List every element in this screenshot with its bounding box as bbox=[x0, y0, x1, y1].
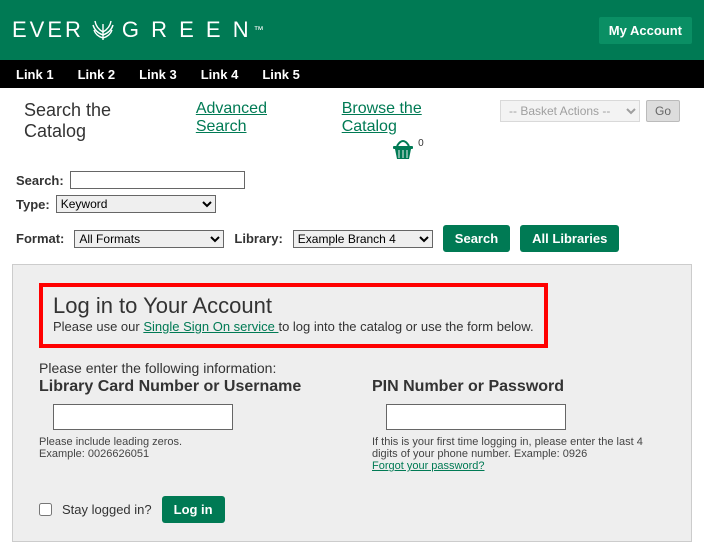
search-input[interactable] bbox=[70, 171, 245, 189]
login-sub-post: to log into the catalog or use the form … bbox=[278, 319, 533, 334]
nav-link-2[interactable]: Link 2 bbox=[78, 67, 116, 82]
all-libraries-button[interactable]: All Libraries bbox=[520, 225, 619, 252]
basket-count: 0 bbox=[418, 138, 424, 149]
username-label: Library Card Number or Username bbox=[39, 378, 332, 396]
search-row-1: Search: bbox=[0, 169, 704, 193]
nav-link-5[interactable]: Link 5 bbox=[262, 67, 300, 82]
basket-actions-select[interactable]: -- Basket Actions -- bbox=[500, 100, 640, 122]
logo-text-left: EVER bbox=[12, 17, 84, 43]
nav-link-3[interactable]: Link 3 bbox=[139, 67, 177, 82]
basket-icon[interactable] bbox=[390, 138, 416, 163]
logo: EVER G R E E N ™ bbox=[12, 14, 264, 47]
format-label: Format: bbox=[16, 231, 64, 246]
trademark-icon: ™ bbox=[254, 25, 264, 36]
login-right-col: PIN Number or Password If this is your f… bbox=[372, 378, 665, 472]
library-label: Library: bbox=[234, 231, 282, 246]
stay-row: Stay logged in? Log in bbox=[39, 496, 665, 523]
username-hint-1: Please include leading zeros. bbox=[39, 436, 332, 448]
library-select[interactable]: Example Branch 4 bbox=[293, 230, 433, 248]
search-button[interactable]: Search bbox=[443, 225, 510, 252]
nav-link-4[interactable]: Link 4 bbox=[201, 67, 239, 82]
login-title: Log in to Your Account bbox=[53, 293, 534, 319]
nav-link-1[interactable]: Link 1 bbox=[16, 67, 54, 82]
header: EVER G R E E N ™ My Account bbox=[0, 0, 704, 60]
login-left-col: Library Card Number or Username Please i… bbox=[39, 378, 332, 472]
form-intro: Please enter the following information: bbox=[39, 360, 665, 376]
username-input[interactable] bbox=[53, 404, 233, 430]
login-highlight-box: Log in to Your Account Please use our Si… bbox=[39, 283, 548, 348]
sso-link[interactable]: Single Sign On service bbox=[143, 319, 278, 334]
search-catalog-title: Search the Catalog bbox=[24, 100, 168, 142]
browse-catalog-link[interactable]: Browse the Catalog bbox=[342, 100, 472, 136]
format-select[interactable]: All Formats bbox=[74, 230, 224, 248]
login-subtitle: Please use our Single Sign On service to… bbox=[53, 319, 534, 334]
logo-text-right: G R E E N bbox=[122, 17, 252, 43]
username-hint-2: Example: 0026626051 bbox=[39, 448, 332, 460]
password-input[interactable] bbox=[386, 404, 566, 430]
login-sub-pre: Please use our bbox=[53, 319, 143, 334]
login-panel: Log in to Your Account Please use our Si… bbox=[12, 264, 692, 542]
type-select[interactable]: Keyword bbox=[56, 195, 216, 213]
login-button[interactable]: Log in bbox=[162, 496, 225, 523]
advanced-search-link[interactable]: Advanced Search bbox=[196, 100, 314, 136]
password-hint: If this is your first time logging in, p… bbox=[372, 436, 665, 460]
password-label: PIN Number or Password bbox=[372, 378, 665, 396]
stay-logged-checkbox[interactable] bbox=[39, 503, 52, 516]
forgot-password-link[interactable]: Forgot your password? bbox=[372, 460, 485, 472]
type-label: Type: bbox=[16, 197, 50, 212]
my-account-button[interactable]: My Account bbox=[599, 17, 692, 44]
search-label: Search: bbox=[16, 173, 64, 188]
go-button[interactable]: Go bbox=[646, 100, 680, 122]
login-form-row: Library Card Number or Username Please i… bbox=[39, 378, 665, 472]
navbar: Link 1 Link 2 Link 3 Link 4 Link 5 bbox=[0, 60, 704, 88]
stay-logged-label: Stay logged in? bbox=[62, 502, 152, 517]
search-row-2: Format: All Formats Library: Example Bra… bbox=[0, 217, 704, 264]
leaf-icon bbox=[88, 14, 118, 47]
search-header: Search the Catalog Advanced Search Brows… bbox=[0, 88, 704, 169]
